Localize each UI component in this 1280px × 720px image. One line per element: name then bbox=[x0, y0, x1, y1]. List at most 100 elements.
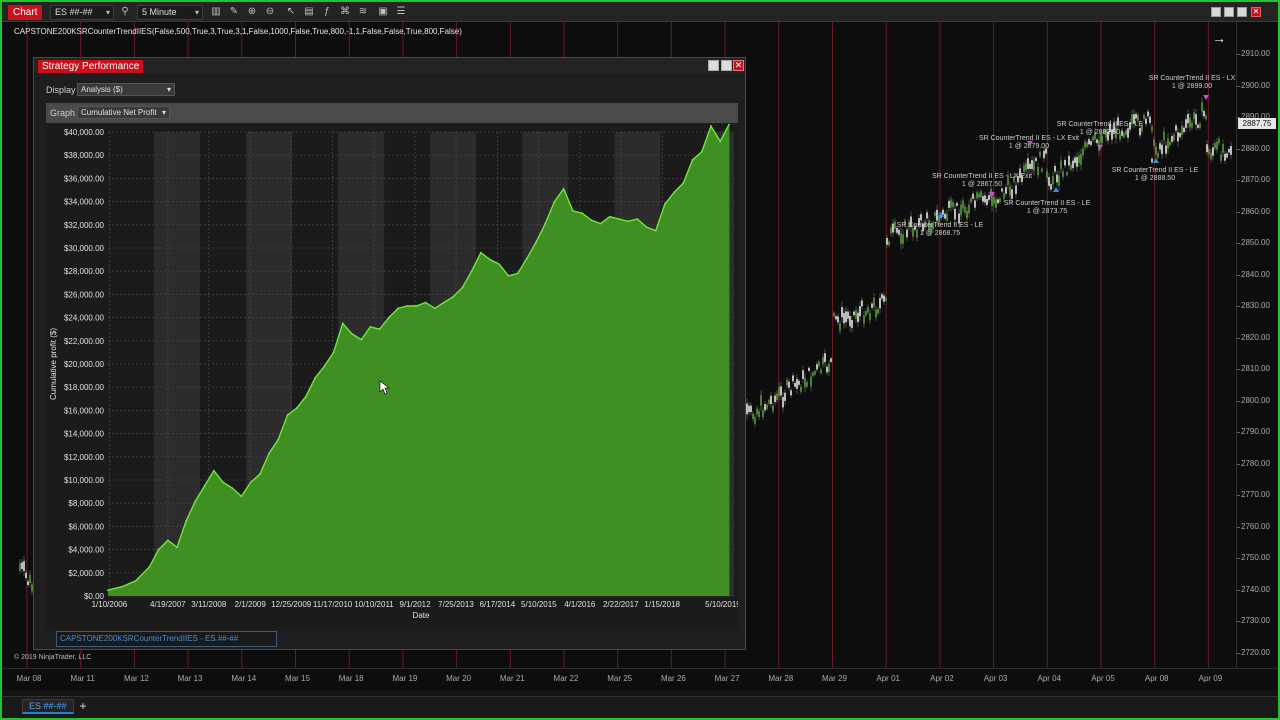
instrument-value: ES ##-## bbox=[55, 7, 93, 17]
chevron-down-icon: ▾ bbox=[166, 85, 171, 94]
candle-body bbox=[863, 315, 865, 324]
display-select[interactable]: Analysis ($) ▾ bbox=[77, 83, 175, 96]
candle-body bbox=[980, 191, 982, 198]
arrow-right-icon[interactable]: → bbox=[1212, 30, 1226, 46]
profit-point bbox=[107, 589, 109, 592]
candle-body bbox=[1195, 114, 1197, 125]
y-tick-label: $4,000.00 bbox=[68, 546, 104, 555]
candle-body bbox=[1149, 116, 1151, 123]
candle-body bbox=[1125, 130, 1127, 135]
candle-body bbox=[851, 319, 853, 329]
candle-body bbox=[784, 392, 786, 401]
restore-button[interactable] bbox=[1224, 7, 1234, 17]
close-button[interactable]: ✕ bbox=[1251, 7, 1261, 17]
time-tick-label: Apr 05 bbox=[1091, 674, 1115, 683]
candle-body bbox=[902, 234, 904, 244]
candle-body bbox=[993, 197, 995, 204]
x-tick-label: 4/19/2007 bbox=[150, 600, 186, 609]
chart-title-tab[interactable]: Chart bbox=[8, 5, 43, 20]
profit-point bbox=[535, 241, 537, 244]
profit-point bbox=[148, 566, 151, 568]
bar-chart-icon[interactable]: ▥ bbox=[210, 6, 222, 18]
strategy-name-label: CAPSTONE200KSRCounterTrendIIES(False,500… bbox=[14, 27, 462, 36]
candle-body bbox=[1137, 115, 1139, 121]
search-icon[interactable]: ⚲ bbox=[119, 6, 131, 18]
candle-body bbox=[766, 404, 768, 409]
close-button[interactable]: ✕ bbox=[733, 60, 744, 71]
add-tab-icon[interactable]: + bbox=[76, 699, 90, 714]
candle-body bbox=[853, 311, 855, 316]
profit-point bbox=[212, 469, 215, 472]
candle-body bbox=[871, 303, 873, 308]
candle-body bbox=[843, 313, 845, 324]
candle-body bbox=[826, 366, 828, 373]
strategy-performance-window[interactable]: Strategy Performance ✕ Display Analysis … bbox=[33, 57, 746, 650]
candle-body bbox=[772, 405, 774, 412]
profit-point bbox=[415, 305, 418, 307]
candle-body bbox=[1191, 122, 1193, 128]
strategy-tab[interactable]: CAPSTONE200KSRCounterTrendIIES - ES ##-#… bbox=[56, 631, 277, 647]
candle-body bbox=[21, 562, 23, 569]
profit-point bbox=[645, 226, 648, 229]
candle-body bbox=[750, 405, 752, 412]
profit-point bbox=[277, 438, 280, 441]
candle-body bbox=[1139, 127, 1141, 136]
price-tick-label: 2880.00 bbox=[1241, 143, 1270, 153]
properties-icon[interactable]: ▣ bbox=[377, 6, 389, 18]
maximize-button[interactable] bbox=[1237, 7, 1247, 17]
candle-body bbox=[1090, 141, 1092, 146]
profit-point bbox=[507, 274, 510, 277]
instrument-selector[interactable]: ES ##-## ▾ bbox=[50, 5, 114, 20]
candle-body bbox=[900, 233, 902, 244]
zoom-out-icon[interactable]: ⊖ bbox=[264, 6, 276, 18]
candle-body bbox=[1035, 157, 1037, 161]
buy-arrow-icon bbox=[1053, 187, 1059, 192]
candle-body bbox=[1212, 147, 1214, 156]
candle-body bbox=[1145, 118, 1147, 124]
graph-select[interactable]: Cumulative Net Profit ▾ bbox=[77, 106, 170, 119]
candle-body bbox=[1101, 135, 1103, 144]
minimize-button[interactable] bbox=[708, 60, 719, 71]
candle-body bbox=[746, 403, 748, 415]
tab-instrument[interactable]: ES ##-## bbox=[22, 699, 74, 714]
window-title-bar[interactable]: Strategy Performance ✕ bbox=[34, 58, 745, 74]
candle-body bbox=[758, 411, 760, 418]
cumulative-profit-chart[interactable]: $0.00 $2,000.00 $4,000.00 $6,000.00 $8,000.0… bbox=[46, 122, 741, 630]
cursor-icon[interactable]: ↖ bbox=[285, 6, 297, 18]
candle-body bbox=[1226, 153, 1228, 158]
candle-body bbox=[890, 227, 892, 234]
candle-body bbox=[857, 312, 859, 323]
y-axis-label: Cumulative profit ($) bbox=[49, 328, 58, 400]
x-tick-label: 5/10/2015 bbox=[521, 600, 557, 609]
candle-body bbox=[982, 196, 984, 202]
candle-body bbox=[762, 410, 764, 417]
minimize-button[interactable] bbox=[1211, 7, 1221, 17]
strategies-icon[interactable]: ⌘ bbox=[339, 6, 351, 18]
drawing-tool-icon[interactable]: ✎ bbox=[228, 6, 240, 18]
time-tick-label: Mar 13 bbox=[177, 674, 203, 683]
trade-label: SR CounterTrend II ES - LE1 @ 2888.50 bbox=[1112, 158, 1199, 182]
maximize-button[interactable] bbox=[721, 60, 732, 71]
chart-trader-icon[interactable]: ≋ bbox=[357, 6, 369, 18]
cumulative-profit-svg[interactable]: $0.00$2,000.00$4,000.00$6,000.00$8,000.0… bbox=[46, 122, 741, 630]
profit-point bbox=[185, 519, 188, 522]
zoom-in-icon[interactable]: ⊕ bbox=[246, 6, 258, 18]
candle-body bbox=[986, 199, 988, 205]
candle-body bbox=[1076, 157, 1078, 167]
time-tick-label: Mar 18 bbox=[338, 674, 364, 683]
indicators-icon[interactable]: ƒ bbox=[321, 6, 333, 18]
profit-point bbox=[360, 338, 363, 341]
interval-selector[interactable]: 5 Minute ▾ bbox=[137, 5, 203, 20]
candle-body bbox=[782, 396, 784, 408]
list-icon[interactable]: ☰ bbox=[395, 6, 407, 18]
time-axis[interactable]: Mar 08 Mar 11 Mar 12 Mar 13 Mar 14 Mar 15 Mar … bbox=[2, 668, 1278, 690]
candle-body bbox=[1199, 123, 1201, 128]
candle-body bbox=[1027, 158, 1029, 170]
profit-point bbox=[332, 351, 335, 354]
profit-point bbox=[231, 487, 234, 490]
candle-body bbox=[1230, 146, 1232, 155]
y-tick-label: $12,000.00 bbox=[64, 453, 105, 462]
candle-body bbox=[942, 209, 944, 215]
data-box-icon[interactable]: ▤ bbox=[303, 6, 315, 18]
graph-value: Cumulative Net Profit bbox=[81, 108, 157, 117]
